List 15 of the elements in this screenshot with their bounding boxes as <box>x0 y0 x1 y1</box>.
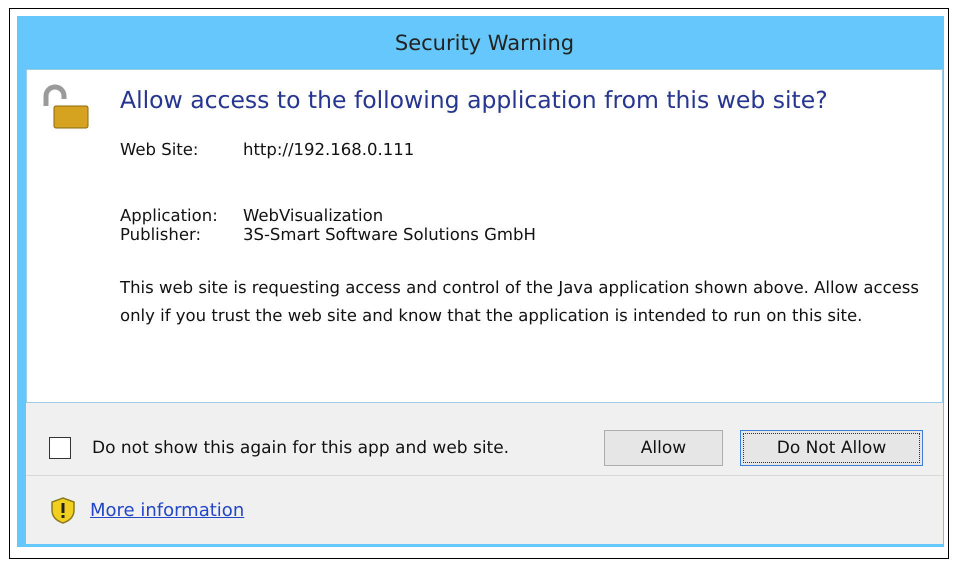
more-information-link[interactable]: More information <box>90 500 244 520</box>
field-value: http://192.168.0.111 <box>243 140 416 159</box>
warning-shield-icon <box>49 496 77 524</box>
field-label: Publisher: <box>120 225 202 244</box>
dialog-heading: Allow access to the following application from this web site? <box>120 86 829 114</box>
field-label: Web Site: <box>120 140 200 159</box>
allow-button[interactable]: Allow <box>604 430 723 466</box>
warning-message: This web site is requesting access and control of the Java application shown above. Allow access only if you trust the web site and know that the application is intended to run on this site. <box>120 277 920 327</box>
field-value: WebVisualization <box>243 206 384 225</box>
window-title: Security Warning <box>394 30 574 54</box>
deny-button[interactable]: Do Not Allow <box>740 430 923 466</box>
field-label: Application: <box>120 206 219 225</box>
checkbox-label[interactable]: Do not show this again for this app and web site. <box>92 438 604 458</box>
field-value: 3S-Smart Software Solutions GmbH <box>243 225 537 244</box>
checkbox[interactable] <box>49 437 71 459</box>
